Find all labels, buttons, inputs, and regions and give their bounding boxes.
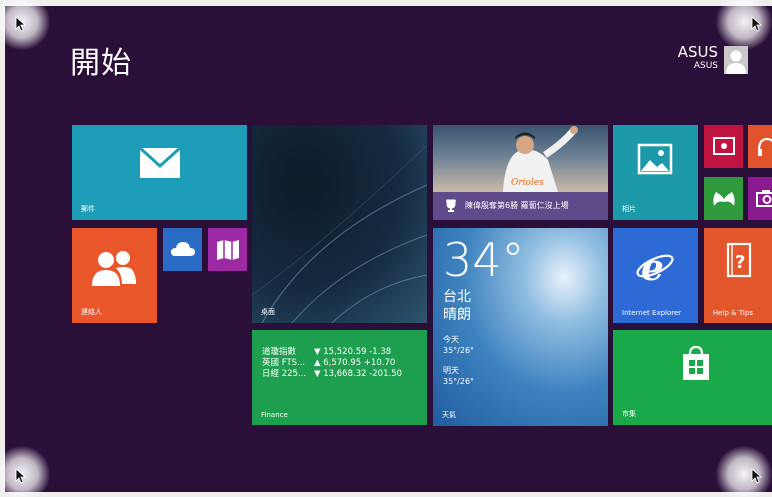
weather-today-label: 今天	[443, 335, 459, 344]
baseball-pitcher-image: Orioles	[503, 126, 578, 192]
ie-tile[interactable]: e Internet Explorer	[613, 228, 698, 323]
finance-trend-icon: ▼	[314, 369, 321, 379]
avatar[interactable]	[724, 46, 748, 74]
user-name: ASUS	[677, 43, 718, 61]
weather-today-range: 35°/26°	[443, 346, 475, 355]
finance-trend-icon: ▲	[314, 358, 321, 368]
finance-index-name: 道瓊指數	[262, 347, 297, 357]
camera-tile[interactable]	[748, 177, 772, 220]
screenshot-frame-bottom	[0, 492, 772, 497]
start-screen: 開始 ASUS ASUS 郵件 連絡人 桌面 Orioles 陳偉殷奪第6勝 蘿…	[0, 0, 772, 497]
start-title: 開始	[70, 46, 132, 81]
finance-index-value: 15,520.59 -1.38	[323, 347, 392, 357]
people-icon	[92, 251, 136, 286]
screenshot-frame-top	[0, 0, 772, 6]
desktop-wallpaper	[252, 144, 427, 323]
headphones-icon	[757, 137, 772, 156]
cursor-icon	[15, 16, 27, 32]
ie-tile-label: Internet Explorer	[622, 309, 682, 317]
weather-temperature: 34°	[443, 233, 525, 287]
xbox-icon	[713, 192, 735, 206]
store-tile-label: 市集	[622, 410, 636, 418]
trophy-icon	[446, 199, 456, 212]
onedrive-tile[interactable]	[163, 228, 202, 271]
camera-icon	[756, 190, 772, 207]
cursor-icon	[751, 16, 763, 32]
internet-explorer-icon: e	[636, 247, 674, 286]
video-tile[interactable]	[704, 125, 743, 168]
weather-tile[interactable]: 34° 台北 晴朗 今天 35°/26° 明天 35°/26° 天氣	[433, 228, 608, 426]
svg-text:Orioles: Orioles	[511, 178, 544, 188]
sports-headline: 陳偉殷奪第6勝 蘿蔔仁沒上場	[465, 201, 569, 210]
music-tile[interactable]	[748, 125, 772, 168]
screenshot-frame-left	[0, 0, 5, 497]
people-tile[interactable]: 連絡人	[72, 228, 157, 323]
user-account[interactable]: ASUS ASUS	[677, 43, 748, 74]
finance-index-value: 13,668.32 -201.50	[323, 369, 403, 379]
mail-tile[interactable]: 郵件	[72, 125, 247, 220]
people-tile-label: 連絡人	[81, 308, 102, 316]
cursor-icon	[751, 468, 763, 484]
sports-headline-bar: 陳偉殷奪第6勝 蘿蔔仁沒上場	[433, 192, 608, 220]
photos-tile[interactable]: 相片	[613, 125, 698, 220]
finance-index-name: 英國 FTS...	[262, 358, 306, 368]
weather-tile-label: 天氣	[442, 411, 456, 419]
store-bag-icon	[683, 345, 709, 380]
finance-row: 道瓊指數 ▼ 15,520.59 -1.38	[262, 347, 402, 358]
finance-tile[interactable]: 道瓊指數 ▼ 15,520.59 -1.38 英國 FTS... ▲ 6,570.9…	[252, 330, 427, 425]
photos-tile-label: 相片	[622, 205, 636, 213]
help-tile[interactable]: ? Help & Tips	[704, 228, 772, 323]
finance-index-name: 日經 225...	[262, 369, 307, 379]
sports-tile[interactable]: Orioles 陳偉殷奪第6勝 蘿蔔仁沒上場	[433, 125, 608, 220]
cursor-icon	[15, 468, 27, 484]
video-icon	[713, 137, 735, 155]
store-tile[interactable]: 市集	[613, 330, 772, 425]
finance-index-value: 6,570.95 +10.70	[323, 358, 396, 368]
photos-icon	[637, 143, 673, 175]
help-tile-label: Help & Tips	[713, 309, 753, 317]
games-tile[interactable]	[704, 177, 743, 220]
finance-trend-icon: ▼	[314, 347, 321, 357]
weather-tomorrow-range: 35°/26°	[443, 377, 475, 386]
maps-tile[interactable]	[208, 228, 247, 271]
svg-text:e: e	[641, 247, 664, 286]
finance-tile-label: Finance	[261, 411, 288, 419]
svg-text:?: ?	[735, 252, 745, 273]
weather-city: 台北	[443, 289, 471, 305]
mail-icon	[139, 147, 181, 178]
mail-tile-label: 郵件	[81, 205, 95, 213]
map-icon	[217, 240, 239, 260]
desktop-tile-label: 桌面	[261, 308, 275, 316]
finance-list: 道瓊指數 ▼ 15,520.59 -1.38 英國 FTS... ▲ 6,570.9…	[262, 347, 402, 380]
finance-row: 英國 FTS... ▲ 6,570.95 +10.70	[262, 358, 402, 369]
weather-condition: 晴朗	[443, 307, 471, 323]
finance-row: 日經 225... ▼ 13,668.32 -201.50	[262, 369, 402, 380]
user-silhouette-icon	[726, 50, 746, 74]
weather-tomorrow-label: 明天	[443, 366, 459, 375]
desktop-tile[interactable]: 桌面	[252, 125, 427, 323]
user-subtitle: ASUS	[693, 61, 718, 71]
cloud-icon	[171, 242, 195, 256]
sports-photo: Orioles	[433, 125, 608, 192]
help-book-icon: ?	[726, 242, 752, 278]
